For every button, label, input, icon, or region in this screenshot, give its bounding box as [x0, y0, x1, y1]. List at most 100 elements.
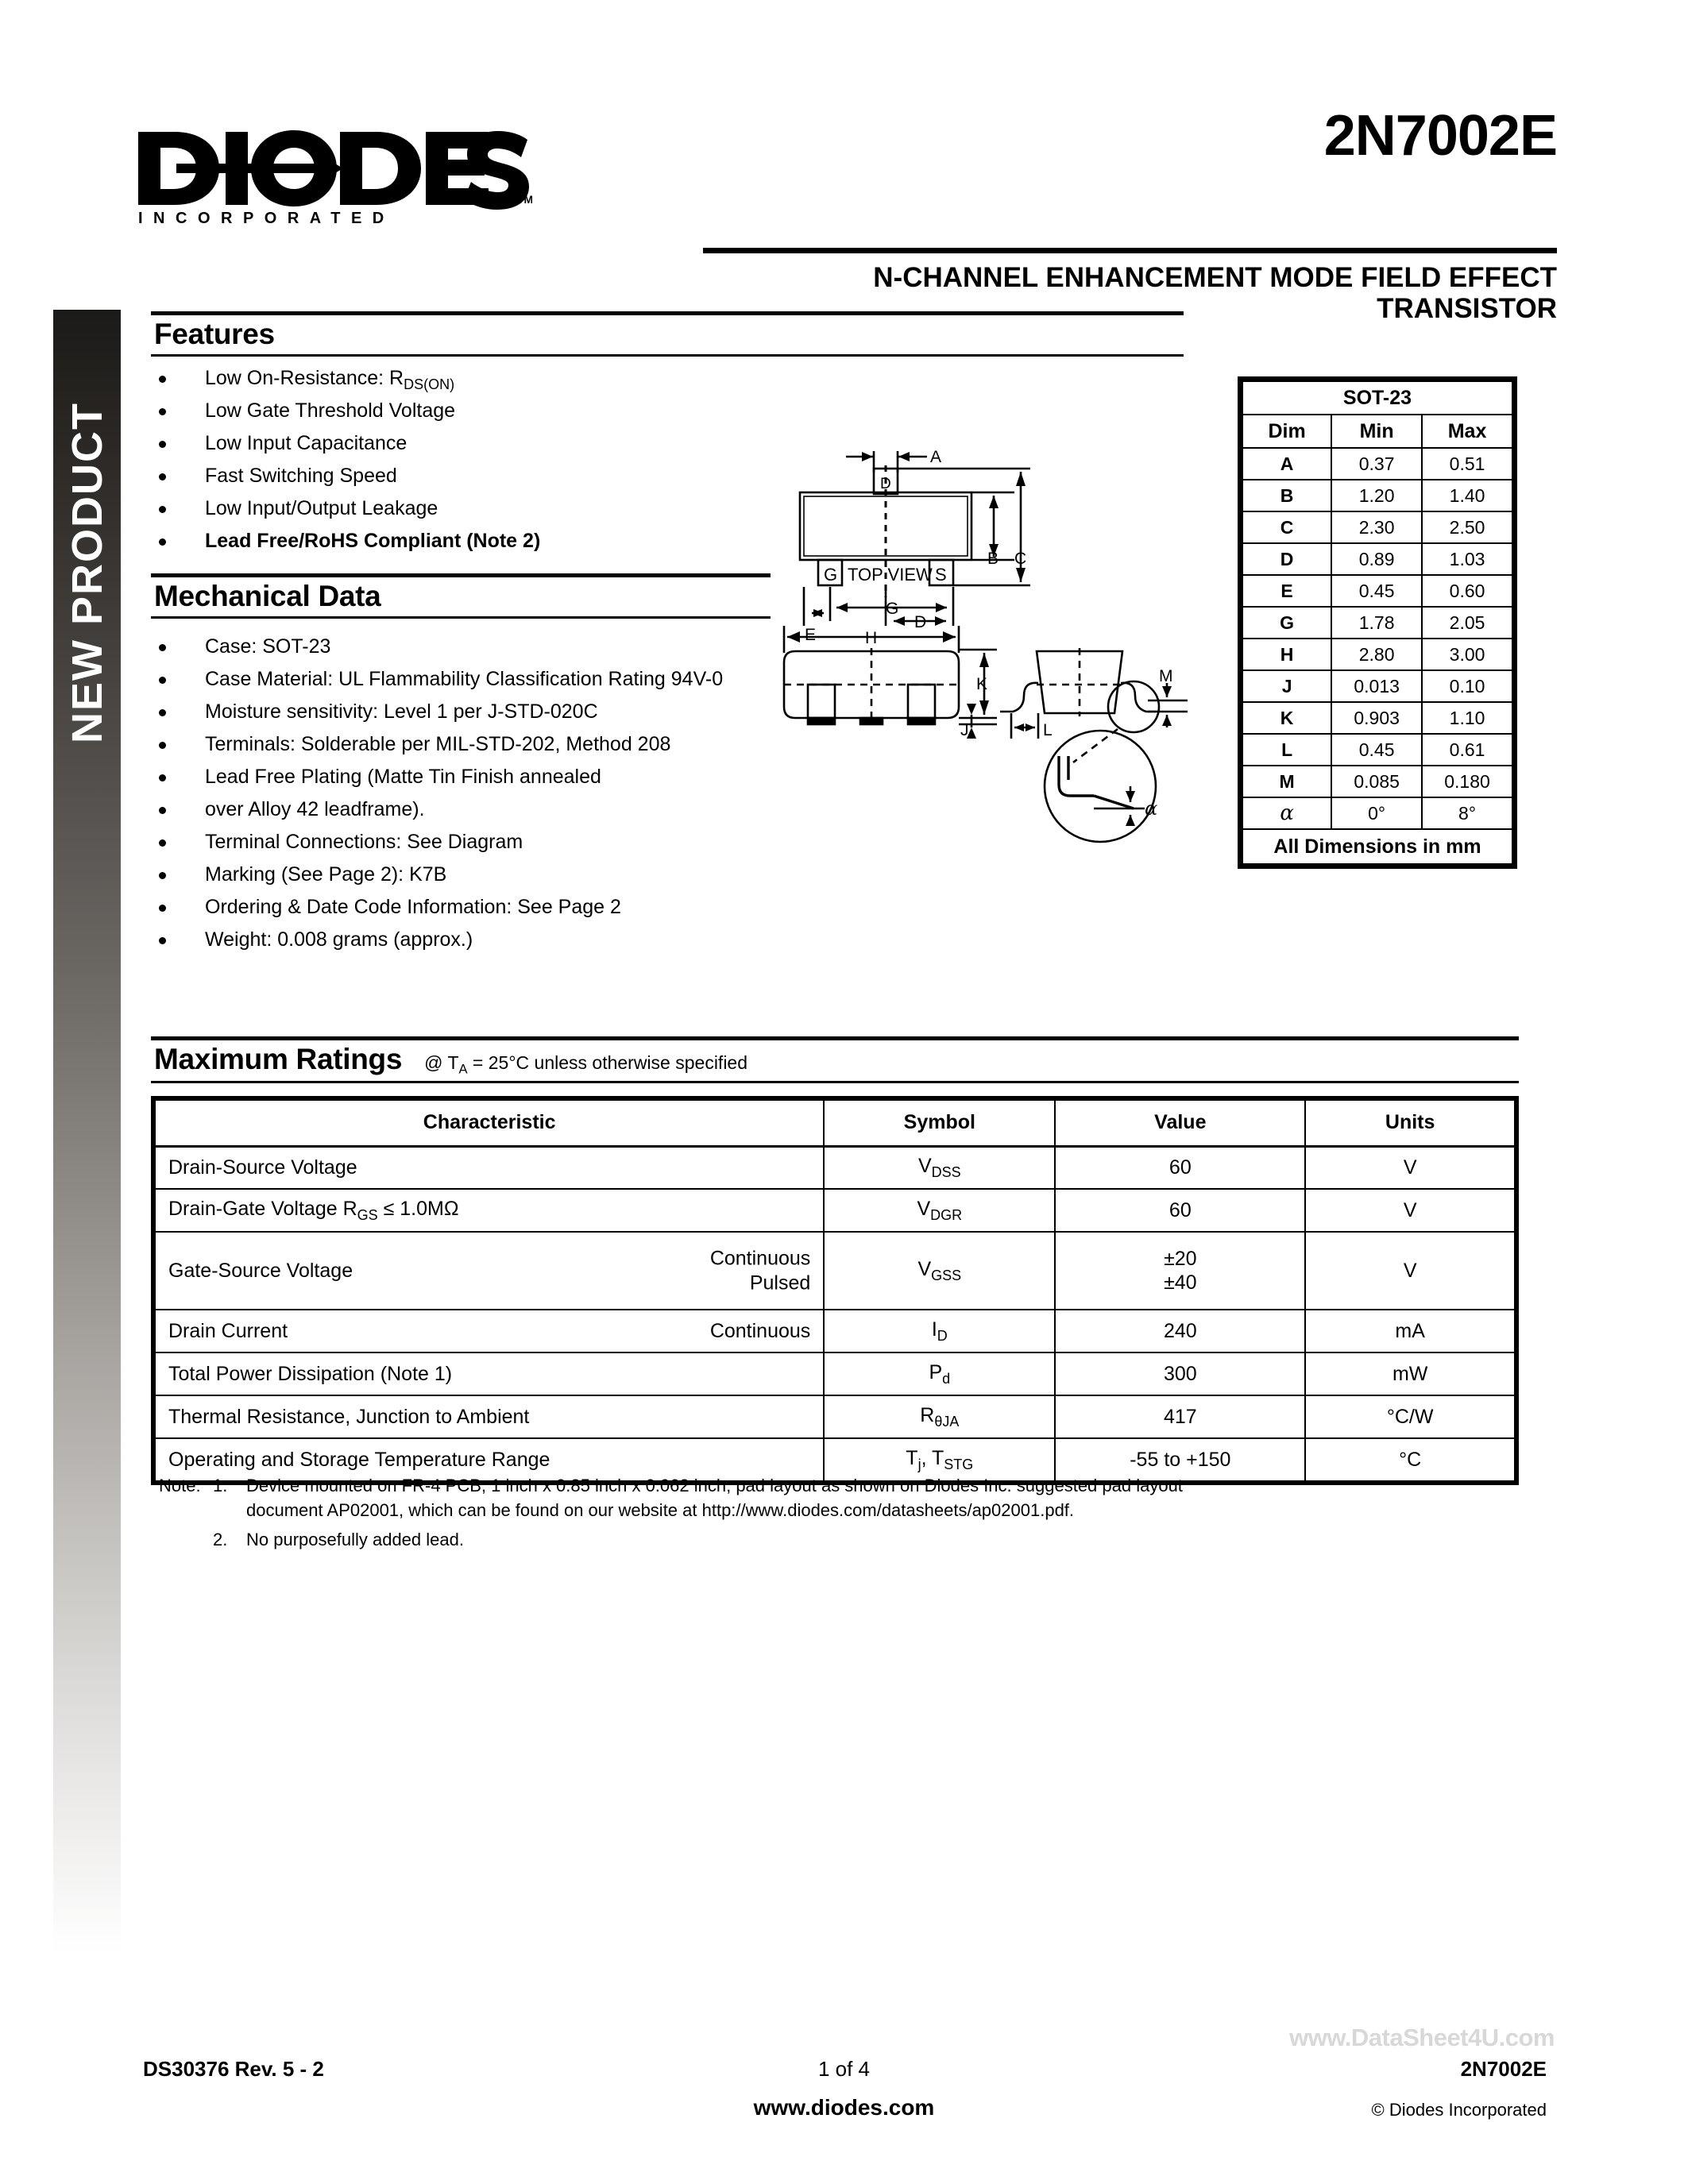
notes-label: Note:	[159, 1476, 201, 1495]
list-item: Weight: 0.008 grams (approx.)	[159, 928, 1152, 961]
table-row: L 0.45 0.61	[1241, 733, 1513, 766]
mr-value: 300	[1054, 1352, 1307, 1396]
dimension-arrowheads	[787, 452, 1172, 826]
max-ratings-heading: Maximum Ratings	[154, 1043, 403, 1075]
dim-label-alpha: α	[1145, 797, 1157, 820]
dim-max: 3.00	[1421, 638, 1513, 671]
dim-label-C: C	[1014, 550, 1026, 568]
maximum-ratings-table: Characteristic Symbol Value Units Drain-…	[151, 1096, 1519, 1485]
dim-max: 1.10	[1421, 701, 1513, 735]
header-divider	[703, 248, 1557, 253]
feature-label: Low Gate Threshold Voltage	[205, 399, 456, 422]
table-row: Thermal Resistance, Junction to Ambient …	[153, 1395, 1516, 1439]
table-row: E 0.45 0.60	[1241, 574, 1513, 608]
mechanical-section-header: Mechanical Data	[151, 573, 771, 619]
bullet-icon	[159, 506, 166, 513]
dim-table-title: SOT-23	[1242, 380, 1513, 415]
feature-label: Lead Free/RoHS Compliant (Note 2)	[205, 530, 541, 552]
mechanical-label: Moisture sensitivity: Level 1 per J-STD-…	[205, 700, 598, 723]
features-title: Features	[154, 318, 275, 350]
dim-max: 0.60	[1421, 574, 1513, 608]
page-number: 1 of 4	[817, 2057, 871, 2081]
top-view-label: TOP VIEW	[848, 565, 933, 585]
note-number: 1.	[213, 1476, 228, 1495]
bullet-icon	[159, 677, 166, 684]
table-row: Gate-Source Voltage Continuous Pulsed VGS…	[153, 1231, 1516, 1310]
dim-max: 0.10	[1421, 669, 1513, 703]
mr-units: mA	[1304, 1309, 1516, 1353]
dim-min: 0.903	[1331, 701, 1423, 735]
mr-units: V	[1304, 1188, 1516, 1233]
dim-name: α	[1241, 797, 1333, 830]
datasheet4u-watermark: www.DataSheet4U.com	[1289, 2024, 1555, 2051]
mr-characteristic: Gate-Source Voltage Continuous Pulsed	[153, 1231, 825, 1310]
dim-label-M: M	[1159, 667, 1173, 685]
mr-qualifier: Continuous	[709, 1319, 811, 1342]
max-ratings-section-header: Maximum Ratings @ TA = 25°C unless otherw…	[151, 1036, 1519, 1083]
mechanical-label: Marking (See Page 2): K7B	[205, 863, 447, 886]
dim-name: G	[1241, 606, 1333, 639]
note-line-1: Device mounted on FR-4 PCB, 1 inch x 0.8…	[246, 1476, 1183, 1495]
dim-max: 0.180	[1421, 765, 1513, 798]
mr-symbol: RθJA	[823, 1395, 1056, 1439]
max-ratings-rule-bottom	[151, 1080, 1519, 1083]
dim-label-D: D	[914, 613, 926, 631]
max-ratings-condition: @ TA = 25°C unless otherwise specified	[424, 1052, 748, 1077]
note-body: Device mounted on FR-4 PCB, 1 inch x 0.8…	[246, 1473, 1509, 1522]
pin-label-D: D	[880, 476, 891, 492]
dim-max: 1.40	[1421, 479, 1513, 512]
subtitle-line-1: N-CHANNEL ENHANCEMENT MODE FIELD EFFECT	[873, 262, 1557, 293]
pin-label-G: G	[824, 565, 837, 585]
mr-units: V	[1304, 1231, 1516, 1310]
dim-name: J	[1241, 669, 1333, 703]
table-row: A 0.37 0.51	[1241, 447, 1513, 480]
dim-min: 0.45	[1331, 733, 1423, 766]
mr-value: ±20 ±40	[1054, 1231, 1307, 1310]
table-row: K 0.903 1.10	[1241, 701, 1513, 735]
bullet-icon	[159, 937, 166, 944]
bullet-icon	[159, 807, 166, 814]
mr-characteristic: Drain Current Continuous	[153, 1309, 825, 1353]
dim-max: 2.05	[1421, 606, 1513, 639]
sot23-dimension-table: SOT-23 Dim Min Max A 0.37 0.51 B 1.20 1.40 C…	[1238, 376, 1517, 869]
dim-name: C	[1241, 511, 1333, 544]
table-row: α 0° 8°	[1241, 797, 1513, 830]
dim-header-max: Max	[1421, 414, 1513, 449]
dim-name: M	[1241, 765, 1333, 798]
dim-min: 2.80	[1331, 638, 1423, 671]
dim-min: 0.37	[1331, 447, 1423, 480]
bullet-icon	[159, 441, 166, 448]
features-section-header: Features	[151, 311, 1184, 357]
mr-value: 60	[1054, 1145, 1307, 1190]
mechanical-rule-bottom	[151, 616, 771, 619]
bullet-icon	[159, 905, 166, 912]
note-line-2: document AP02001, which can be found on …	[246, 1500, 1075, 1521]
table-row: M 0.085 0.180	[1241, 765, 1513, 798]
footer-part-number: 2N7002E	[1460, 2057, 1547, 2081]
mechanical-label: over Alloy 42 leadframe).	[205, 798, 425, 820]
dim-label-B: B	[987, 550, 999, 568]
dim-max: 1.03	[1421, 542, 1513, 576]
table-row: B 1.20 1.40	[1241, 479, 1513, 512]
sot23-package-svg: A B C D E G H J K L M α G S D TOP VIEW	[782, 448, 1188, 843]
feature-label: Low On-Resistance: RDS(ON)	[205, 367, 455, 392]
bullet-icon	[159, 742, 166, 749]
note-body: No purposefully added lead.	[246, 1527, 1509, 1552]
feature-label: Fast Switching Speed	[205, 465, 397, 487]
mr-header-characteristic: Characteristic	[153, 1099, 825, 1148]
table-row: H 2.80 3.00	[1241, 638, 1513, 671]
trademark-symbol: TM	[517, 193, 532, 206]
note-number: 2.	[213, 1530, 228, 1550]
table-row: Drain-Gate Voltage RGS ≤ 1.0MΩ VDGR 60 V	[153, 1188, 1516, 1233]
table-row: J 0.013 0.10	[1241, 669, 1513, 703]
dim-label-L: L	[1043, 721, 1053, 739]
note-item: Note: 1. Device mounted on FR-4 PCB, 1 i…	[159, 1473, 1509, 1522]
mechanical-label: Case: SOT-23	[205, 635, 331, 658]
mr-characteristic-label: Drain Current	[168, 1319, 288, 1342]
table-row: C 2.30 2.50	[1241, 511, 1513, 544]
table-row: G 1.78 2.05	[1241, 606, 1513, 639]
dim-name: L	[1241, 733, 1333, 766]
mechanical-label: Weight: 0.008 grams (approx.)	[205, 928, 473, 951]
table-row: Drain-Source Voltage VDSS 60 V	[153, 1145, 1516, 1190]
mr-symbol: Pd	[823, 1352, 1056, 1396]
